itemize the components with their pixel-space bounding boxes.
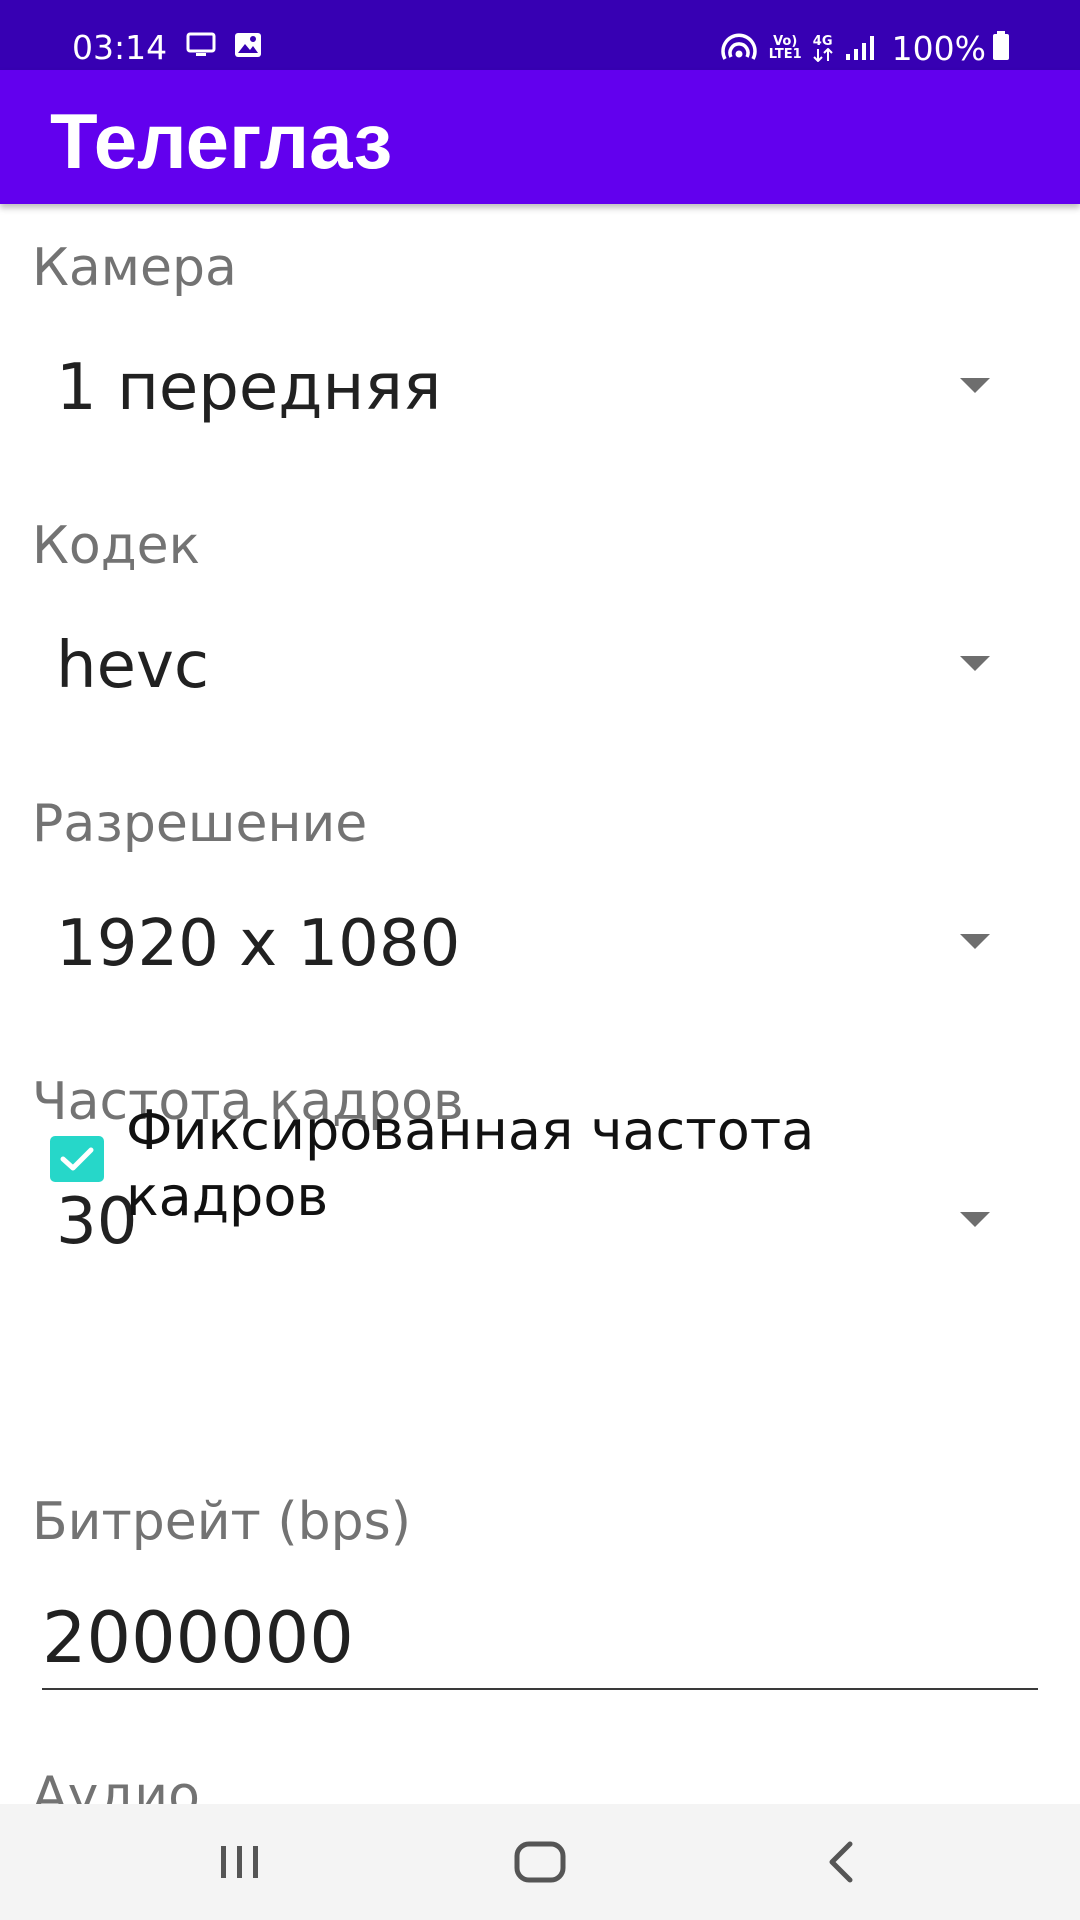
camera-label: Камера [32,238,237,298]
fixed-framerate-checkbox-row[interactable]: Фиксированная частота кадров [50,1098,1030,1238]
checkmark-icon [60,1147,94,1171]
home-button[interactable] [490,1832,590,1892]
signal-icon [844,34,876,62]
screen-cast-icon [186,32,216,62]
dropdown-arrow-icon [960,934,990,949]
camera-value: 1 передняя [56,351,442,425]
fixed-framerate-checkbox[interactable] [50,1136,104,1182]
resolution-label: Разрешение [32,794,368,854]
status-bar: 03:14 Vo) LTE1 4G 100% [0,0,1080,70]
codec-spinner[interactable]: hevc [32,606,1022,716]
lte-label: LTE1 [768,47,802,62]
battery-icon [992,31,1010,65]
battery-percent: 100% [891,28,986,68]
app-bar: Телеглаз [0,70,1080,204]
recents-button[interactable] [190,1832,290,1892]
settings-form[interactable]: Камера 1 передняя Кодек hevc Разрешение … [0,204,1080,1804]
dropdown-arrow-icon [960,656,990,671]
dropdown-arrow-icon [960,378,990,393]
bitrate-label: Битрейт (bps) [32,1492,412,1552]
status-icons: Vo) LTE1 4G 100% [719,24,1010,72]
hotspot-icon [719,33,759,63]
audio-label: Аудио [32,1766,200,1804]
network-type-icon: 4G [812,35,834,62]
resolution-value: 1920 x 1080 [56,907,461,981]
network-type-label: 4G [812,33,833,49]
app-title: Телеглаз [50,97,393,185]
codec-value: hevc [56,629,209,703]
volte-icon: Vo) LTE1 [769,35,802,61]
status-time: 03:14 [72,28,168,67]
back-icon [829,1841,853,1883]
fixed-framerate-label: Фиксированная частота кадров [126,1099,815,1228]
navigation-bar [0,1804,1080,1920]
back-button[interactable] [792,1832,892,1892]
bitrate-input[interactable] [42,1588,1038,1690]
codec-label: Кодек [32,516,201,576]
resolution-spinner[interactable]: 1920 x 1080 [32,884,1022,994]
home-icon [514,1841,566,1883]
image-icon [234,32,262,62]
camera-spinner[interactable]: 1 передняя [32,328,1022,438]
recents-icon [221,1846,258,1878]
